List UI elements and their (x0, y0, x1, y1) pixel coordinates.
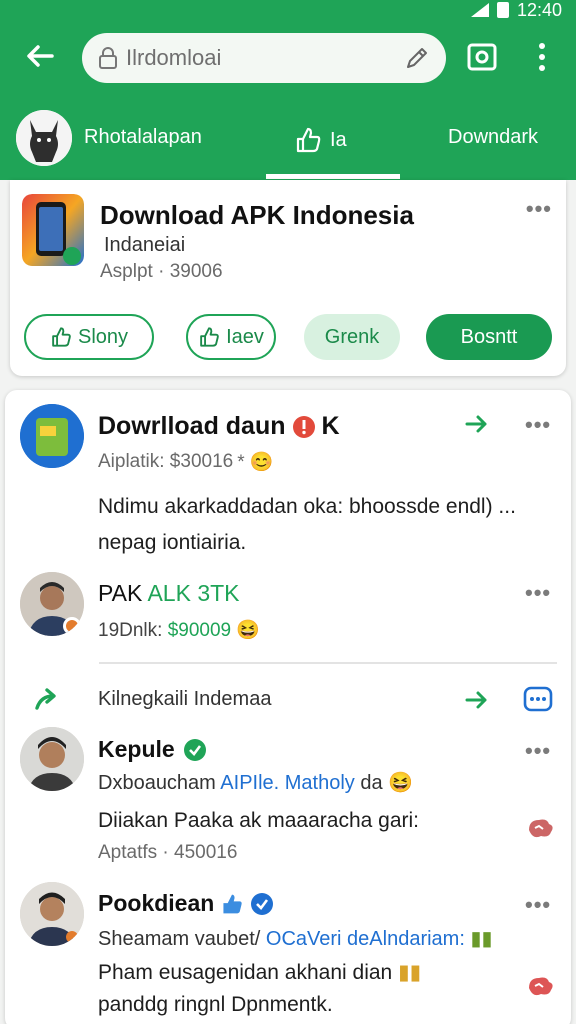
person-avatar-icon (20, 572, 84, 636)
tab-downdark[interactable]: Downdark (448, 126, 538, 149)
thumbs-up-icon (200, 327, 219, 347)
post-meta: Aiplatik: $30016 * 😊 (98, 450, 274, 474)
comment2-line2-text: Pham eusagenidan akhani dian (98, 961, 393, 984)
avatar[interactable] (20, 882, 84, 946)
post-title-suffix: K (321, 412, 340, 440)
verified-badge-icon (251, 892, 274, 915)
comment2-line1-blue: OCaVeri (265, 928, 342, 950)
emoji-icon: ▮▮ (398, 961, 422, 984)
post-body-line1: Ndimu akarkaddadan oka: bhoossde endl) .… (98, 495, 516, 518)
comment2-line1: Sheamam vaubet/ OCaVeri deAlndariam: ▮▮ (98, 926, 492, 951)
comment1-line1: Dxboaucham AIPIle. Matholy da 😆 (98, 770, 413, 795)
post2-title-green: ALK 3TK (147, 580, 240, 606)
chat-bubble-icon[interactable] (523, 686, 553, 712)
iaev-label: Iaev (226, 325, 264, 348)
active-tab-indicator (266, 174, 400, 179)
post-app-icon (20, 404, 84, 468)
tab-ia[interactable]: Ia (294, 126, 347, 154)
grenk-button[interactable]: Grenk (304, 314, 400, 360)
post-title: Dowrlload daun K (98, 412, 340, 441)
more-options-icon[interactable]: ••• (525, 738, 551, 764)
post2-title: PAK ALK 3TK (98, 580, 240, 607)
app-header: 12:40 Ilrdomloai Rhotalalapan Ia Downdar… (0, 0, 576, 180)
tab-bar: Rhotalalapan Ia Downdark (0, 106, 576, 180)
camera-icon[interactable] (466, 40, 498, 74)
slony-button[interactable]: Slony (24, 314, 154, 360)
comment1-meta: Aptatfs · 450016 (98, 842, 238, 863)
back-arrow-icon[interactable] (22, 38, 58, 74)
status-time: 12:40 (516, 0, 562, 20)
person-avatar-icon (20, 882, 84, 946)
more-options-icon[interactable]: ••• (525, 892, 551, 918)
post-body-line2: nepag iontiairia. (98, 531, 247, 554)
emoji-icon: 😆 (388, 772, 414, 794)
reaction-icon[interactable] (525, 972, 555, 1000)
post2-meta-green: $90009 (167, 620, 232, 641)
alert-icon (292, 415, 315, 438)
slony-label: Slony (77, 325, 129, 348)
more-options-icon[interactable]: ••• (525, 412, 551, 438)
lock-icon (99, 47, 117, 69)
more-options-icon[interactable]: ••• (525, 580, 551, 606)
comment2-name: Pookdiean (98, 890, 274, 917)
thumbs-up-icon (296, 127, 321, 153)
card-meta: Asplpt · 39006 (100, 261, 223, 282)
post2-title-black: PAK (98, 580, 143, 606)
share-arrow-icon[interactable] (33, 686, 61, 714)
reaction-icon[interactable] (525, 814, 555, 842)
forward-arrow-icon[interactable] (463, 686, 491, 714)
app-icon (22, 194, 84, 266)
divider (99, 662, 557, 664)
verified-badge-icon (183, 738, 206, 761)
comment2-line1-end: deAlndariam: (347, 928, 465, 950)
profile-avatar[interactable] (16, 110, 72, 166)
thumbs-up-icon (52, 327, 71, 347)
avatar[interactable] (20, 727, 84, 791)
comment2-line1-black: Sheamam vaubet/ (98, 928, 261, 950)
comment1-line1-end: da (360, 772, 383, 794)
battery-icon (496, 2, 509, 18)
iaev-button[interactable]: Iaev (186, 314, 276, 360)
avatar[interactable] (20, 572, 84, 636)
comment1-name-text: Kepule (98, 736, 175, 762)
comment2-line3: panddg ringnl Dpnmentk. (98, 993, 333, 1016)
post-title-text: Dowrlload daun (98, 412, 286, 440)
feed-card: Dowrlload daun K ••• Aiplatik: $30016 * … (5, 390, 571, 1024)
comment1-name: Kepule (98, 736, 207, 763)
emoji-icon: * 😊 (237, 452, 274, 473)
person-avatar-icon (20, 727, 84, 791)
comment2-name-text: Pookdiean (98, 890, 215, 916)
comment1-line2: Diiakan Paaka ak maaaracha gari: (98, 809, 420, 832)
search-bar[interactable]: Ilrdomloai (82, 33, 446, 83)
comment1-line1-black: Dxboaucham (98, 772, 216, 794)
card-subtitle: Indaneiai (104, 234, 186, 256)
more-vert-icon[interactable] (528, 40, 556, 74)
share-label: Kilnegkaili Indemaa (98, 688, 272, 710)
tab-ia-label: Ia (330, 128, 347, 151)
edit-pencil-icon[interactable] (404, 45, 430, 71)
bosntt-button[interactable]: Bosntt (426, 314, 552, 360)
emoji-icon: 😆 (236, 620, 261, 641)
post-meta-text: Aiplatik: $30016 (98, 451, 234, 472)
comment2-line2: Pham eusagenidan akhani dian ▮▮ (98, 956, 421, 990)
post2-meta-black: 19Dnlk: (98, 620, 163, 641)
status-bar: 12:40 (470, 0, 562, 20)
card-title: Download APK Indonesia (100, 200, 414, 230)
app-card[interactable]: Download APK Indonesia Indaneiai Asplpt … (10, 180, 566, 376)
emoji-icon: ▮▮ (470, 928, 493, 950)
thumbs-up-icon (223, 894, 242, 913)
animal-avatar-icon (16, 110, 72, 166)
forward-arrow-icon[interactable] (463, 410, 491, 438)
more-options-icon[interactable]: ••• (526, 196, 552, 222)
search-input[interactable]: Ilrdomloai (126, 45, 404, 71)
comment1-line1-blue: AIPIle. Matholy (220, 772, 355, 794)
post2-meta: 19Dnlk: $90009 😆 (98, 618, 260, 642)
tab-rhotalalapan[interactable]: Rhotalalapan (84, 126, 202, 149)
signal-icon (470, 3, 489, 17)
